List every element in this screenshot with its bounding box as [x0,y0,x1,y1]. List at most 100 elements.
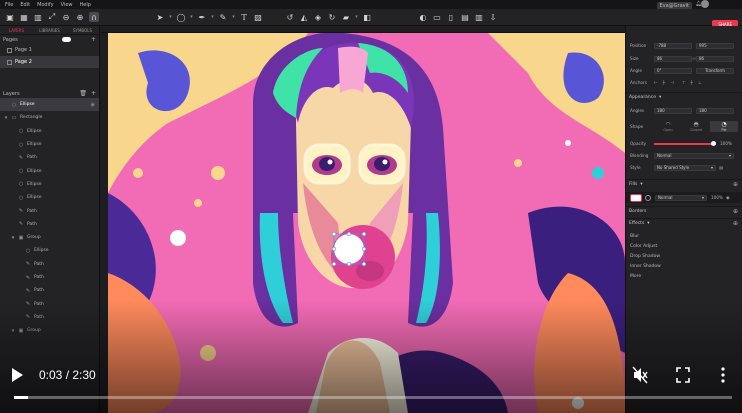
play-icon[interactable] [10,367,24,383]
effect-drop-shadow[interactable]: Drop Shadow [630,251,660,261]
chevron-down-icon[interactable]: ▾ [189,12,194,22]
position-x-field[interactable]: -788 [654,43,692,49]
flip-icon[interactable]: ◭ [299,12,309,22]
anchor-middle-icon[interactable]: ┼ [691,80,694,85]
layer-row[interactable]: ○Ellipse◉ [0,98,99,111]
zoom-in-icon[interactable]: ⊕ [75,12,85,22]
layer-row[interactable]: ✎Path [0,151,99,164]
appearance-header[interactable]: Appearance ▾ [626,92,742,101]
menu-modify[interactable]: Modify [37,2,54,8]
pointer-tool-icon[interactable]: ➤ [155,12,165,22]
fills-header[interactable]: Fills ▾ ⊕ [626,179,742,188]
pencil-tool-icon[interactable]: ✎ [218,12,228,22]
zoom-out-icon[interactable]: ⊖ [61,12,71,22]
angle-field[interactable]: 0° [654,68,692,74]
page-item[interactable]: Page 1 [0,44,99,56]
anchor-bottom-icon[interactable]: ⊥ [698,80,702,85]
ungroup-icon[interactable]: ▯ [446,12,456,22]
opacity-slider-handle[interactable] [711,141,716,146]
add-page-icon[interactable]: + [91,36,96,43]
chevron-down-icon[interactable]: ▾ [11,328,15,334]
layer-row[interactable]: ○Ellipse [0,138,99,151]
grid-alt-icon[interactable]: ▥ [33,12,43,22]
video-progress-bar[interactable] [14,396,732,399]
ellipse-tool-icon[interactable]: ◯ [176,12,186,22]
fill-type-icon[interactable] [645,195,651,201]
export-icon[interactable]: ⇩ [488,12,498,22]
chevron-down-icon[interactable]: ▾ [4,115,8,121]
menu-edit[interactable]: Edit [20,2,30,8]
selection-handle[interactable] [362,262,366,266]
fill-mode-select[interactable]: Normal ▾ [655,195,707,201]
selection-handle[interactable] [347,232,351,236]
pages-toggle[interactable] [62,37,71,42]
shape-pie-option[interactable]: ◔ Pie [710,121,738,132]
more-options-icon[interactable] [715,366,731,384]
selection-handle[interactable] [332,232,336,236]
tab-layers[interactable]: LAYERS [0,28,33,33]
boolean-union-icon[interactable]: ▰ [341,12,351,22]
layer-row[interactable]: ✎Path [0,258,99,271]
layer-row[interactable]: ○Ellipse [0,178,99,191]
mask-icon[interactable]: ◐ [418,12,428,22]
position-y-field[interactable]: 995 [696,43,734,49]
selection-handle[interactable] [332,262,336,266]
group-icon[interactable]: ▭ [432,12,442,22]
effect-color-adjust[interactable]: Color Adjust [630,241,657,251]
save-icon[interactable]: ▣ [5,12,15,22]
magnet-icon[interactable]: ∩ [89,12,99,22]
eye-icon[interactable]: ◉ [726,195,730,200]
layer-row[interactable]: ▾▣Group [0,231,99,244]
borders-header[interactable]: Borders ⊕ [626,206,742,215]
fullscreen-icon[interactable] [675,366,691,384]
layer-row[interactable]: ✎Path [0,284,99,297]
artboard[interactable] [108,33,625,413]
add-fill-icon[interactable]: ⊕ [733,181,738,188]
rotate-left-icon[interactable]: ↺ [285,12,295,22]
add-border-icon[interactable]: ⊕ [733,208,738,215]
selection-handle[interactable] [362,232,366,236]
bring-forward-icon[interactable]: ◈ [313,12,323,22]
size-width-field[interactable]: 86 [654,56,692,62]
effect-more[interactable]: More [630,271,641,281]
opacity-value[interactable]: 100% [720,141,732,146]
mute-icon[interactable] [632,366,648,384]
effects-header[interactable]: Effects ▾ ⊕ [626,218,742,227]
layer-row[interactable]: ○Ellipse [0,125,99,138]
art-selected-ellipse[interactable] [334,234,364,264]
anchor-left-icon[interactable]: ⊢ [654,80,658,85]
chevron-down-icon[interactable]: ▾ [168,12,173,22]
anchor-top-icon[interactable]: ⊤ [682,80,686,85]
layer-row[interactable]: ✎Path [0,297,99,310]
transform-button[interactable]: Transform [696,68,734,74]
rotate-right-icon[interactable]: ↻ [327,12,337,22]
boolean-subtract-icon[interactable]: ◧ [362,12,372,22]
layer-row[interactable]: ○Ellipse [0,164,99,177]
style-select[interactable]: No Shared Style ▾ [654,165,716,171]
layer-row[interactable]: ✎Path [0,218,99,231]
selection-handle[interactable] [362,247,366,251]
layer-row[interactable]: ○Ellipse [0,191,99,204]
text-tool-icon[interactable]: T [239,12,249,22]
layer-row[interactable]: ✎Path [0,271,99,284]
chevron-down-icon[interactable]: ▾ [354,12,359,22]
effect-inner-shadow[interactable]: Inner Shadow [630,261,661,271]
shape-open-option[interactable]: ◠ Open [654,121,682,132]
selection-handle[interactable] [332,247,336,251]
opacity-slider[interactable] [654,143,714,145]
shape-closed-option[interactable]: ◓ Closed [682,121,710,132]
layer-row[interactable]: ○Ellipse [0,244,99,257]
add-layer-icon[interactable]: + [91,90,96,97]
menu-view[interactable]: View [61,2,73,8]
angles-start-field[interactable]: 180 [654,108,692,114]
align-icon[interactable]: ▤ [460,12,470,22]
size-height-field[interactable]: 86 [696,56,734,62]
tab-symbols[interactable]: SYMBOLS [66,28,99,33]
anchor-right-icon[interactable]: ⊣ [670,80,674,85]
pen-tool-icon[interactable]: ✒ [197,12,207,22]
tab-libraries[interactable]: LIBRARIES [33,28,66,33]
zoom-fit-icon[interactable]: ⤢ [47,12,57,22]
anchor-center-icon[interactable]: ┼ [663,80,666,85]
menu-file[interactable]: File [5,2,13,8]
menu-help[interactable]: Help [80,2,91,8]
